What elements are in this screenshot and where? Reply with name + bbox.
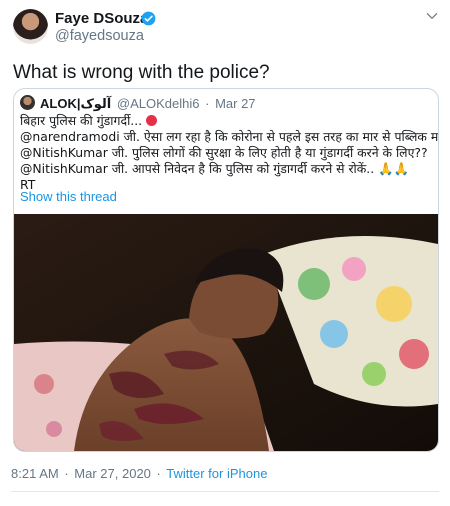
quoted-line: @NitishKumar जी. आपसे निवेदन है कि पुलिस… <box>20 161 409 176</box>
quoted-date: Mar 27 <box>215 96 256 111</box>
quoted-tweet-photo[interactable] <box>14 214 438 451</box>
footer-separator: · <box>156 466 161 481</box>
tweet-footer: 8:21 AM · Mar 27, 2020 · Twitter for iPh… <box>11 466 267 481</box>
quoted-author-handle: @ALOKdelhi6 <box>116 96 200 111</box>
quoted-line: बिहार पुलिस की गुंडागर्दी... <box>20 113 434 129</box>
tweet-time[interactable]: 8:21 AM <box>11 466 59 481</box>
quoted-tweet[interactable]: ALOK|آلوک @ALOKdelhi6 · Mar 27 बिहार पुल… <box>13 88 439 452</box>
angry-face-emoji <box>146 115 158 126</box>
author-name[interactable]: Faye DSouza <box>55 10 148 27</box>
tweet-source-link[interactable]: Twitter for iPhone <box>166 466 267 481</box>
author-avatar[interactable] <box>13 9 48 44</box>
verified-badge-icon <box>141 11 156 26</box>
quoted-author-avatar <box>20 95 35 110</box>
tweet-text: What is wrong with the police? <box>13 62 270 83</box>
quoted-tweet-header: ALOK|آلوک @ALOKdelhi6 · Mar 27 <box>40 96 256 112</box>
quoted-separator: · <box>205 96 210 111</box>
tweet-date[interactable]: Mar 27, 2020 <box>74 466 151 481</box>
footer-separator: · <box>64 466 69 481</box>
quoted-line: @NitishKumar जी. पुलिस लोगों की सुरक्षा … <box>20 145 428 160</box>
author-handle[interactable]: @fayedsouza <box>55 28 144 44</box>
quoted-line: @narendramodi जी. ऐसा लग रहा है कि कोरोन… <box>20 129 439 144</box>
divider <box>11 491 439 492</box>
chevron-down-icon[interactable] <box>425 9 439 23</box>
show-thread-link[interactable]: Show this thread <box>20 189 117 204</box>
quoted-tweet-text: बिहार पुलिस की गुंडागर्दी... @narendramo… <box>20 113 439 193</box>
quoted-author-name: ALOK|آلوک <box>40 96 112 111</box>
